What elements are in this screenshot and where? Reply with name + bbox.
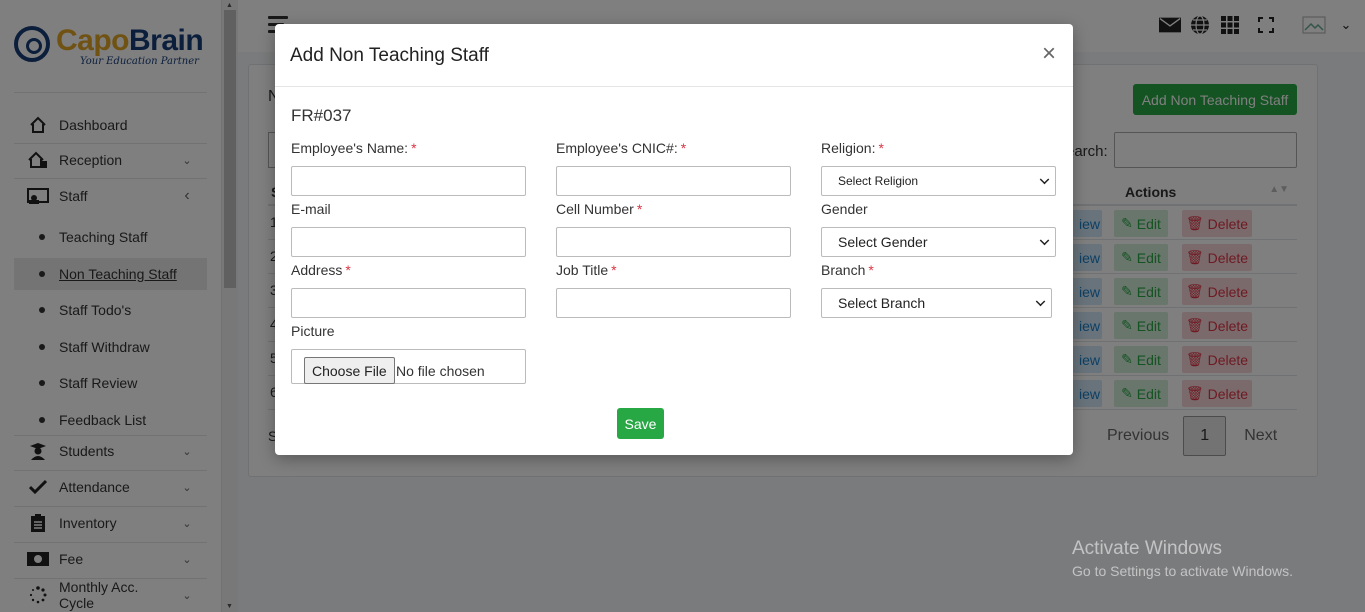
form-number: FR#037 — [291, 106, 352, 125]
religion-label: Religion: * — [821, 140, 884, 156]
activate-windows-subtitle: Go to Settings to activate Windows. — [1072, 563, 1293, 579]
field-label-text: Branch — [821, 262, 866, 278]
cell-number-label: Cell Number * — [556, 201, 642, 217]
picture-file-input: Choose File No file chosen — [291, 349, 526, 384]
address-field[interactable] — [291, 288, 526, 318]
job-title-label: Job Title * — [556, 262, 617, 278]
add-staff-modal: Add Non Teaching Staff × FR#037 Employee… — [275, 24, 1073, 455]
save-button[interactable]: Save — [617, 408, 664, 439]
religion-select-value: Select Religion — [838, 174, 919, 188]
field-label-text: Gender — [821, 201, 868, 217]
modal-title: Add Non Teaching Staff — [290, 45, 489, 66]
activate-windows-title: Activate Windows — [1072, 538, 1222, 559]
field-label-text: Religion: — [821, 140, 876, 156]
required-mark: * — [868, 262, 874, 278]
field-label-text: Employee's Name: — [291, 140, 409, 156]
employee-name-field[interactable] — [291, 166, 526, 196]
religion-select[interactable]: Select Religion — [821, 166, 1056, 196]
gender-select-value: Select Gender — [838, 234, 928, 250]
field-label-text: Address — [291, 262, 343, 278]
choose-file-button[interactable]: Choose File — [304, 357, 395, 384]
branch-select[interactable]: Select Branch — [821, 288, 1052, 318]
branch-select-value: Select Branch — [838, 295, 926, 311]
close-icon[interactable]: × — [1042, 41, 1056, 67]
address-label: Address * — [291, 262, 351, 278]
field-label-text: E-mail — [291, 201, 331, 217]
gender-label: Gender — [821, 201, 868, 217]
required-mark: * — [636, 201, 643, 217]
field-label-text: Picture — [291, 323, 335, 339]
chevron-down-icon — [1035, 296, 1046, 307]
file-status: No file chosen — [396, 363, 485, 379]
cell-number-field[interactable] — [556, 227, 791, 257]
required-mark: * — [878, 140, 884, 156]
field-label-text: Job Title — [556, 262, 609, 278]
field-label-text: Cell Number — [556, 201, 634, 217]
chevron-down-icon — [1039, 174, 1050, 185]
required-mark: * — [411, 140, 417, 156]
required-mark: * — [680, 140, 687, 156]
email-label: E-mail — [291, 201, 331, 217]
employee-name-label: Employee's Name: * — [291, 140, 417, 156]
picture-label: Picture — [291, 323, 335, 339]
employee-cnic-label: Employee's CNIC#: * — [556, 140, 686, 156]
required-mark: * — [345, 262, 351, 278]
branch-label: Branch * — [821, 262, 874, 278]
gender-select[interactable]: Select Gender — [821, 227, 1056, 257]
field-label-text: Employee's CNIC#: — [556, 140, 678, 156]
chevron-down-icon — [1039, 235, 1050, 246]
employee-cnic-field[interactable] — [556, 166, 791, 196]
required-mark: * — [611, 262, 617, 278]
job-title-field[interactable] — [556, 288, 791, 318]
email-field[interactable] — [291, 227, 526, 257]
modal-header: Add Non Teaching Staff × — [275, 24, 1073, 87]
